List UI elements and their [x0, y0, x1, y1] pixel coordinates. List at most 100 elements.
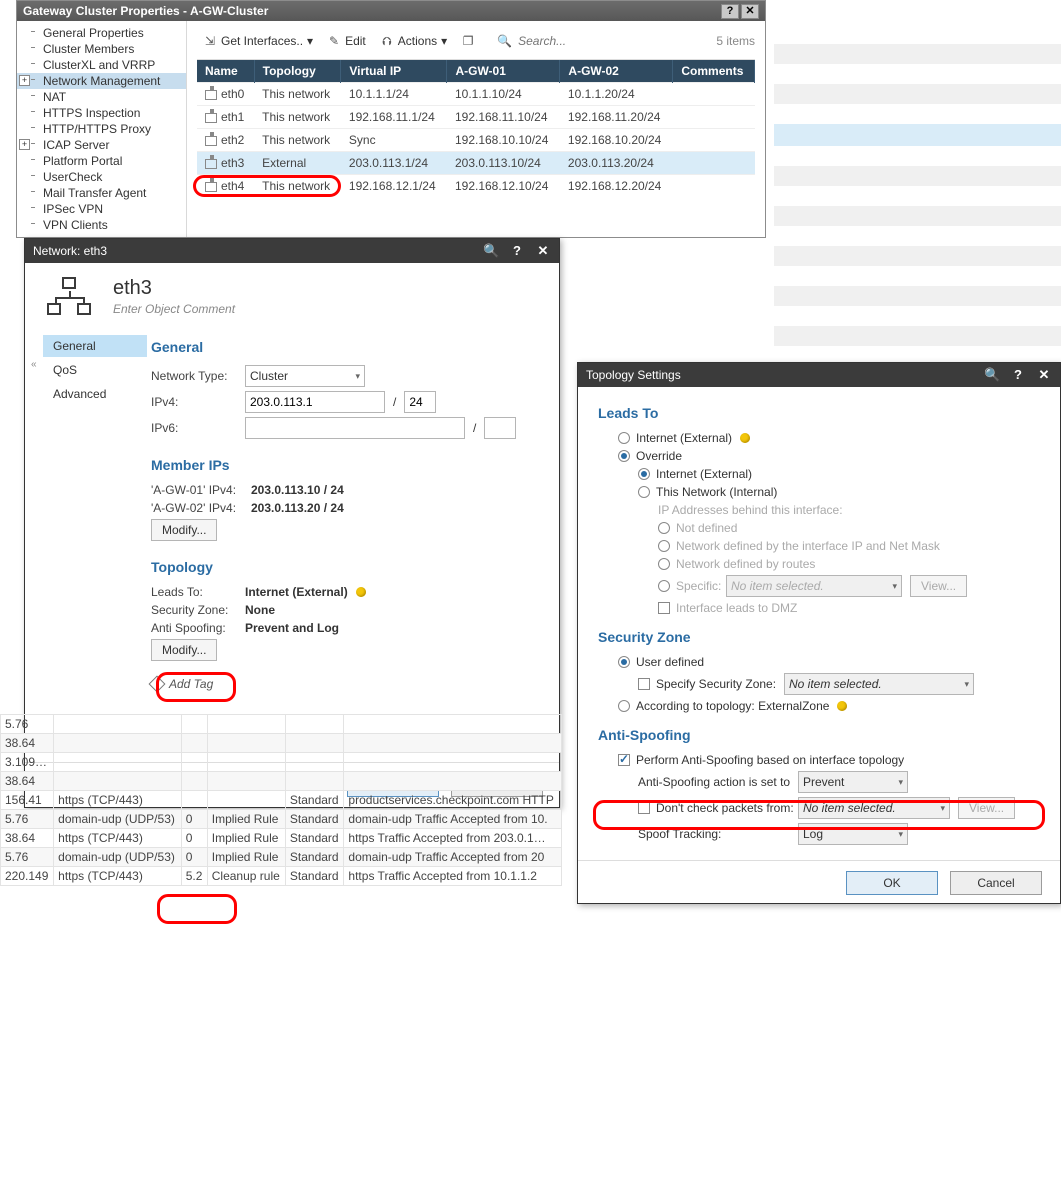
leads-to-header: Leads To: [598, 405, 1040, 421]
cancel-button[interactable]: Cancel: [950, 871, 1042, 895]
log-row[interactable]: 156.41https (TCP/443)Standardproductserv…: [1, 791, 562, 810]
mask-separator: /: [393, 395, 396, 409]
close-icon[interactable]: ✕: [535, 243, 551, 259]
check-dont-check[interactable]: [638, 802, 650, 814]
net-type-dropdown[interactable]: Cluster▾: [245, 365, 365, 387]
as-action-label: Anti-Spoofing action is set to: [638, 775, 798, 789]
help-icon[interactable]: ?: [1010, 367, 1026, 383]
log-row[interactable]: 220.149https (TCP/443)5.2Cleanup ruleSta…: [1, 867, 562, 886]
edit-label: Edit: [345, 34, 366, 48]
help-button[interactable]: ?: [721, 4, 739, 19]
sidenav-item-advanced[interactable]: Advanced: [43, 383, 147, 405]
expand-icon[interactable]: +: [19, 75, 30, 86]
table-row[interactable]: eth0This network10.1.1.1/2410.1.1.10/241…: [197, 83, 755, 106]
actions-button[interactable]: ⮉ Actions ▾: [380, 34, 447, 49]
ipv4-mask-input[interactable]: [404, 391, 436, 413]
search-icon[interactable]: 🔍: [483, 243, 499, 259]
tag-icon: [149, 676, 166, 693]
get-interfaces-button[interactable]: ⇲ Get Interfaces.. ▾: [203, 34, 313, 48]
column-header[interactable]: Topology: [254, 60, 341, 83]
antispoof-label: Anti Spoofing:: [151, 621, 245, 635]
specify-sz-dropdown[interactable]: No item selected.▾: [784, 673, 974, 695]
dialog-titlebar: Network: eth3 🔍 ? ✕: [25, 239, 559, 263]
expand-icon[interactable]: +: [19, 139, 30, 150]
add-tag-button[interactable]: Add Tag: [151, 677, 541, 691]
ok-button[interactable]: OK: [846, 871, 938, 895]
nav-item-platform-portal[interactable]: Platform Portal: [17, 153, 186, 169]
spoof-track-dropdown[interactable]: Log▾: [798, 823, 908, 845]
search-icon[interactable]: 🔍: [984, 367, 1000, 383]
check-perform-as[interactable]: [618, 754, 630, 766]
radio-override[interactable]: [618, 450, 630, 462]
close-icon[interactable]: ✕: [1036, 367, 1052, 383]
check-specify-sz[interactable]: [638, 678, 650, 690]
table-row[interactable]: eth1This network192.168.11.1/24192.168.1…: [197, 106, 755, 129]
radio-this-network[interactable]: [638, 486, 650, 498]
log-row[interactable]: 3.109…: [1, 753, 562, 772]
nav-item-general-properties[interactable]: General Properties: [17, 25, 186, 41]
close-button[interactable]: ✕: [741, 4, 759, 19]
members-modify-button[interactable]: Modify...: [151, 519, 217, 541]
chevron-down-icon: ▾: [892, 581, 897, 592]
column-header[interactable]: Virtual IP: [341, 60, 447, 83]
radio-internet-external[interactable]: [618, 432, 630, 444]
nav-item-vpn-clients[interactable]: VPN Clients: [17, 217, 186, 233]
ipv4-input[interactable]: [245, 391, 385, 413]
specify-sz-value: No item selected.: [789, 677, 882, 691]
nav-item-usercheck[interactable]: UserCheck: [17, 169, 186, 185]
log-row[interactable]: 38.64https (TCP/443)0Implied RuleStandar…: [1, 829, 562, 848]
column-header[interactable]: Name: [197, 60, 254, 83]
edit-button[interactable]: ✎ Edit: [327, 34, 366, 48]
nav-item-mail-transfer-agent[interactable]: Mail Transfer Agent: [17, 185, 186, 201]
override-label: Override: [636, 449, 682, 463]
column-header[interactable]: Comments: [673, 60, 755, 83]
sidenav-item-qos[interactable]: QoS: [43, 359, 147, 381]
window-toggle-button[interactable]: ❐: [461, 34, 475, 48]
table-row[interactable]: eth2This networkSync192.168.10.10/24192.…: [197, 129, 755, 152]
as-action-dropdown[interactable]: Prevent▾: [798, 771, 908, 793]
ipv6-input[interactable]: [245, 417, 465, 439]
log-row[interactable]: 5.76domain-udp (UDP/53)0Implied RuleStan…: [1, 810, 562, 829]
nav-item-clusterxl-and-vrrp[interactable]: ClusterXL and VRRP: [17, 57, 186, 73]
nav-item-nat[interactable]: NAT: [17, 89, 186, 105]
column-header[interactable]: A-GW-01: [447, 60, 560, 83]
according-topology-label: According to topology: ExternalZone: [636, 699, 829, 713]
securityzone-value: None: [245, 603, 275, 617]
search-box[interactable]: 🔍: [497, 33, 616, 49]
download-icon: ⇲: [203, 34, 217, 48]
nav-item-cluster-members[interactable]: Cluster Members: [17, 41, 186, 57]
object-comment[interactable]: Enter Object Comment: [113, 302, 235, 316]
nav-item-icap-server[interactable]: +ICAP Server: [17, 137, 186, 153]
collapse-sidebar-icon[interactable]: «: [31, 359, 37, 370]
internet-external-label: Internet (External): [636, 431, 732, 445]
member2-label: 'A-GW-02' IPv4:: [151, 501, 251, 515]
nav-item-http-https-proxy[interactable]: HTTP/HTTPS Proxy: [17, 121, 186, 137]
dont-check-dropdown[interactable]: No item selected.▾: [798, 797, 950, 819]
radio-net-by-ipmask: [658, 540, 670, 552]
securityzone-label: Security Zone:: [151, 603, 245, 617]
ipv6-mask-input[interactable]: [484, 417, 516, 439]
nav-item-https-inspection[interactable]: HTTPS Inspection: [17, 105, 186, 121]
radio-override-internet[interactable]: [638, 468, 650, 480]
column-header[interactable]: A-GW-02: [560, 60, 673, 83]
log-row[interactable]: 38.64: [1, 734, 562, 753]
specific-value: No item selected.: [731, 579, 824, 593]
log-row[interactable]: 5.76: [1, 715, 562, 734]
table-row[interactable]: eth4This network192.168.12.1/24192.168.1…: [197, 175, 755, 198]
radio-net-by-routes: [658, 558, 670, 570]
topology-modify-button[interactable]: Modify...: [151, 639, 217, 661]
net-by-routes-label: Network defined by routes: [676, 557, 815, 571]
net-type-value: Cluster: [250, 369, 288, 383]
log-row[interactable]: 38.64: [1, 772, 562, 791]
log-row[interactable]: 5.76domain-udp (UDP/53)0Implied RuleStan…: [1, 848, 562, 867]
sidenav-item-general[interactable]: General: [43, 335, 147, 357]
radio-user-defined[interactable]: [618, 656, 630, 668]
radio-according-topology[interactable]: [618, 700, 630, 712]
help-icon[interactable]: ?: [509, 243, 525, 259]
nav-item-ipsec-vpn[interactable]: IPSec VPN: [17, 201, 186, 217]
interface-icon: [205, 136, 217, 146]
search-input[interactable]: [516, 33, 616, 49]
nav-item-network-management[interactable]: +Network Management: [17, 73, 186, 89]
table-row[interactable]: eth3External203.0.113.1/24203.0.113.10/2…: [197, 152, 755, 175]
anti-spoofing-header: Anti-Spoofing: [598, 727, 1040, 743]
